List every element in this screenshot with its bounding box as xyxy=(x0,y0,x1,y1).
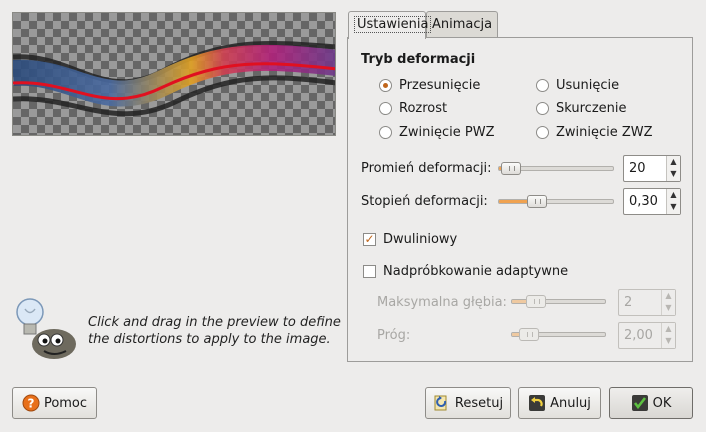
cancel-button[interactable]: Anuluj xyxy=(518,387,601,419)
radio-indicator xyxy=(379,125,392,139)
bilinear-checkbox[interactable]: ✓ Dwuliniowy xyxy=(363,230,457,248)
amount-slider[interactable] xyxy=(498,194,614,210)
help-button[interactable]: ? Pomoc xyxy=(12,387,97,419)
reset-icon xyxy=(434,395,447,411)
spin-arrows-icon[interactable]: ▲ ▼ xyxy=(666,189,680,214)
radio-skurczenie[interactable]: Skurczenie xyxy=(536,99,627,117)
radio-indicator xyxy=(536,101,549,115)
spin-arrows-icon: ▲ ▼ xyxy=(661,290,675,315)
max-depth-spinbutton: 2 ▲ ▼ xyxy=(618,289,676,316)
reset-button[interactable]: Resetuj xyxy=(425,387,511,419)
amount-label: Stopień deformacji: xyxy=(361,194,488,209)
threshold-label: Próg: xyxy=(377,328,411,343)
radius-spinbutton[interactable]: 20 ▲ ▼ xyxy=(623,155,681,182)
slider-handle[interactable] xyxy=(527,195,547,208)
radio-indicator xyxy=(379,101,392,115)
radio-indicator xyxy=(536,125,549,139)
max-depth-slider xyxy=(511,294,606,310)
deform-mode-title: Tryb deformacji xyxy=(361,52,476,67)
threshold-spinbutton: 2,00 ▲ ▼ xyxy=(618,322,676,349)
tab-ustawienia[interactable]: Ustawienia xyxy=(348,11,432,39)
threshold-slider xyxy=(511,327,606,343)
radius-slider[interactable] xyxy=(498,161,614,177)
radio-indicator xyxy=(536,78,549,92)
spin-arrows-icon: ▲ ▼ xyxy=(661,323,675,348)
hint-area: Click and drag in the preview to define … xyxy=(14,296,344,366)
spin-arrows-icon[interactable]: ▲ ▼ xyxy=(666,156,680,181)
ok-button[interactable]: OK xyxy=(609,387,693,419)
amount-spinbutton[interactable]: 0,30 ▲ ▼ xyxy=(623,188,681,215)
gimp-mascot-bulb-icon xyxy=(16,298,76,359)
help-icon: ? xyxy=(22,394,40,412)
radio-zwiniecie-pwz[interactable]: Zwinięcie PWZ xyxy=(379,123,495,141)
slider-trough xyxy=(498,199,614,204)
radio-przesuniecie[interactable]: Przesunięcie xyxy=(379,76,480,94)
brush-stroke-image xyxy=(13,40,335,117)
radio-indicator xyxy=(379,78,392,92)
checkbox-box xyxy=(363,264,376,278)
radio-usuniecie[interactable]: Usunięcie xyxy=(536,76,619,94)
preview-canvas[interactable] xyxy=(12,12,336,136)
check-mark-icon: ✓ xyxy=(363,231,376,246)
slider-handle[interactable] xyxy=(501,162,521,175)
supersample-checkbox[interactable]: Nadpróbkowanie adaptywne xyxy=(363,262,568,280)
slider-handle xyxy=(519,328,539,341)
undo-icon xyxy=(529,395,546,411)
settings-panel: Tryb deformacji Przesunięcie Usunięcie R… xyxy=(347,37,693,362)
max-depth-label: Maksymalna głębia: xyxy=(377,295,507,310)
radio-zwiniecie-zwz[interactable]: Zwinięcie ZWZ xyxy=(536,123,653,141)
slider-handle xyxy=(526,295,546,308)
hint-text: Click and drag in the preview to define … xyxy=(88,315,341,347)
tab-animacja[interactable]: Animacja xyxy=(426,11,498,38)
svg-text:?: ? xyxy=(27,397,34,411)
ok-check-icon xyxy=(631,395,648,411)
radio-rozrost[interactable]: Rozrost xyxy=(379,99,447,117)
radius-label: Promień deformacji: xyxy=(361,161,492,176)
